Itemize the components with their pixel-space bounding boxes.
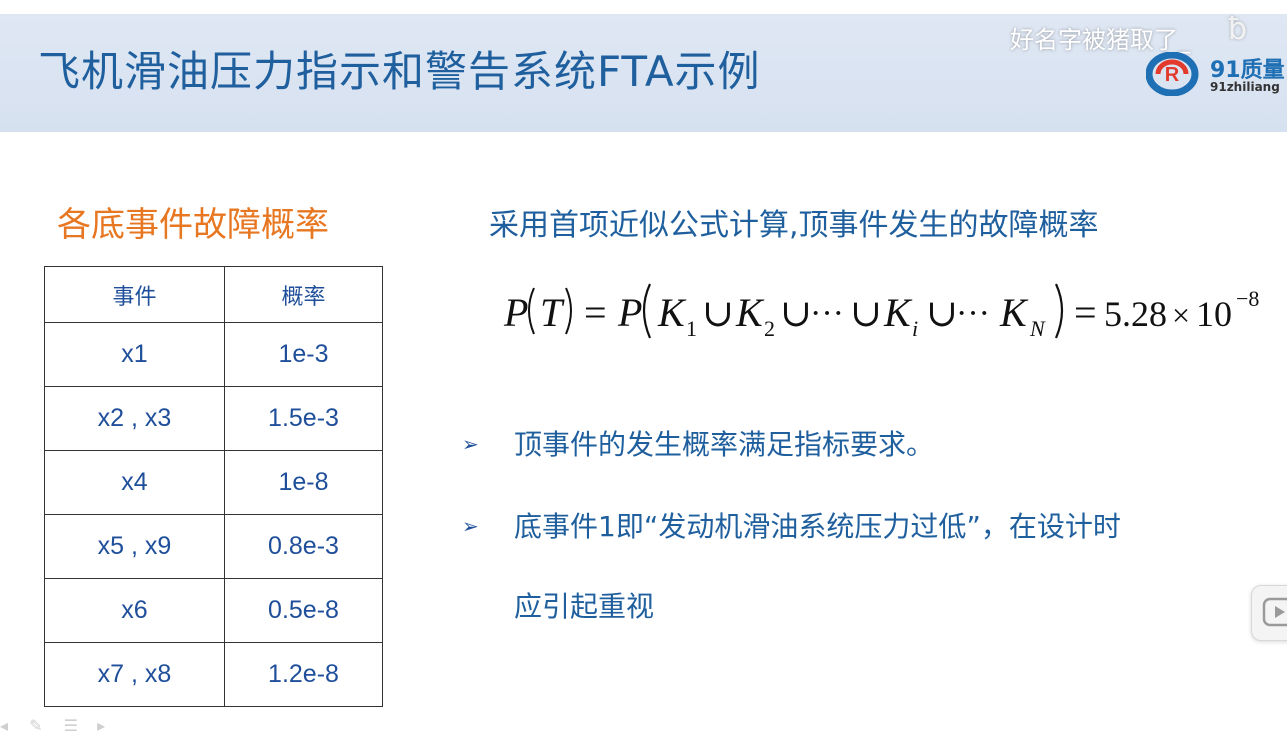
event-cell: x1 xyxy=(44,322,225,387)
formula-union: ∪ xyxy=(702,293,734,335)
play-icon xyxy=(1262,597,1287,627)
formula-p: P xyxy=(617,290,642,335)
probability-cell: 1e-3 xyxy=(224,322,383,387)
slide-title: 飞机滑油压力指示和警告系统FTA示例 xyxy=(38,47,761,96)
formula-dots: ··· xyxy=(956,295,990,332)
event-cell: x7 , x8 xyxy=(44,642,225,707)
prev-arrow-icon[interactable]: ◂ xyxy=(0,716,8,735)
bilibili-icon: ƀ xyxy=(1228,12,1248,47)
formula-union: ∪ xyxy=(850,293,882,335)
svg-text:R: R xyxy=(1165,64,1180,86)
logo-q-icon: R xyxy=(1146,52,1199,96)
formula-base: 10 xyxy=(1196,294,1232,334)
formula-paren xyxy=(565,287,572,335)
table-row: x2 , x3 1.5e-3 xyxy=(44,386,383,451)
menu-icon[interactable]: ☰ xyxy=(64,716,78,735)
formula-union: ∪ xyxy=(780,293,812,335)
formula-kn: K xyxy=(999,290,1029,335)
formula-t: T xyxy=(540,290,565,335)
formula-equals: = xyxy=(584,290,607,335)
formula-ki: K xyxy=(883,290,913,335)
formula-exponent: −8 xyxy=(1236,286,1259,311)
slide-controls: ◂ ✎ ☰ ▸ xyxy=(0,716,130,737)
logo: R 91质量 91zhiliang xyxy=(1146,52,1287,102)
formula-sub-n: N xyxy=(1029,316,1046,341)
bullet-text: 底事件1即“发动机滑油系统压力过低”，在设计时 xyxy=(514,510,1121,543)
probability-cell: 0.5e-8 xyxy=(224,578,383,643)
bullet-text-continued: 应引起重视 xyxy=(514,590,655,623)
formula-p: P xyxy=(503,290,528,335)
formula-paren xyxy=(528,287,535,335)
bullet-arrow-icon: ➢ xyxy=(462,432,479,456)
formula-sub-2: 2 xyxy=(764,316,775,341)
table-header-row: 事件 概率 xyxy=(44,266,383,323)
formula-k1: K xyxy=(657,290,687,335)
logo-subtext: 91zhiliang xyxy=(1210,80,1280,94)
formula-dots: ··· xyxy=(810,295,844,332)
header-probability: 概率 xyxy=(224,266,383,323)
formula-equals: = xyxy=(1074,290,1097,335)
formula-value: 5.28 xyxy=(1104,294,1167,334)
uploader-watermark: 好名字被猪取了_ xyxy=(1010,26,1190,54)
formula-union: ∪ xyxy=(926,293,958,335)
table-row: x5 , x9 0.8e-3 xyxy=(44,514,383,579)
pen-icon[interactable]: ✎ xyxy=(29,716,42,735)
probability-cell: 1.2e-8 xyxy=(224,642,383,707)
top-strip xyxy=(0,0,1287,14)
slide: 飞机滑油压力指示和警告系统FTA示例 好名字被猪取了_ ƀ R 91质量 91z… xyxy=(0,0,1287,737)
probability-cell: 1.5e-3 xyxy=(224,386,383,451)
event-cell: x5 , x9 xyxy=(44,514,225,579)
table-row: x4 1e-8 xyxy=(44,450,383,515)
formula-sub-i: i xyxy=(912,316,918,341)
event-cell: x4 xyxy=(44,450,225,515)
header-event: 事件 xyxy=(44,266,225,323)
formula-paren xyxy=(1054,283,1064,339)
video-play-button[interactable] xyxy=(1251,585,1287,641)
formula-sub-1: 1 xyxy=(686,316,697,341)
table-row: x1 1e-3 xyxy=(44,322,383,387)
formula-times: × xyxy=(1172,297,1190,333)
next-arrow-icon[interactable]: ▸ xyxy=(97,716,105,735)
table-row: x6 0.5e-8 xyxy=(44,578,383,643)
probability-cell: 1e-8 xyxy=(224,450,383,515)
bullet-text: 顶事件的发生概率满足指标要求。 xyxy=(514,428,935,461)
formula-paren xyxy=(642,283,652,339)
bullet-arrow-icon: ➢ xyxy=(462,514,479,538)
formula-k2: K xyxy=(735,290,765,335)
event-cell: x6 xyxy=(44,578,225,643)
probability-table: 事件 概率 x1 1e-3 x2 , x3 1.5e-3 x4 1e-8 x5 … xyxy=(44,266,383,707)
probability-cell: 0.8e-3 xyxy=(224,514,383,579)
probability-formula: P T = P K 1 ∪ K 2 ∪ ··· ∪ K i ∪ ··· K N … xyxy=(503,283,1259,341)
probability-heading: 各底事件故障概率 xyxy=(57,205,329,245)
table-row: x7 , x8 1.2e-8 xyxy=(44,642,383,707)
calculation-heading: 采用首项近似公式计算,顶事件发生的故障概率 xyxy=(489,208,1099,243)
event-cell: x2 , x3 xyxy=(44,386,225,451)
